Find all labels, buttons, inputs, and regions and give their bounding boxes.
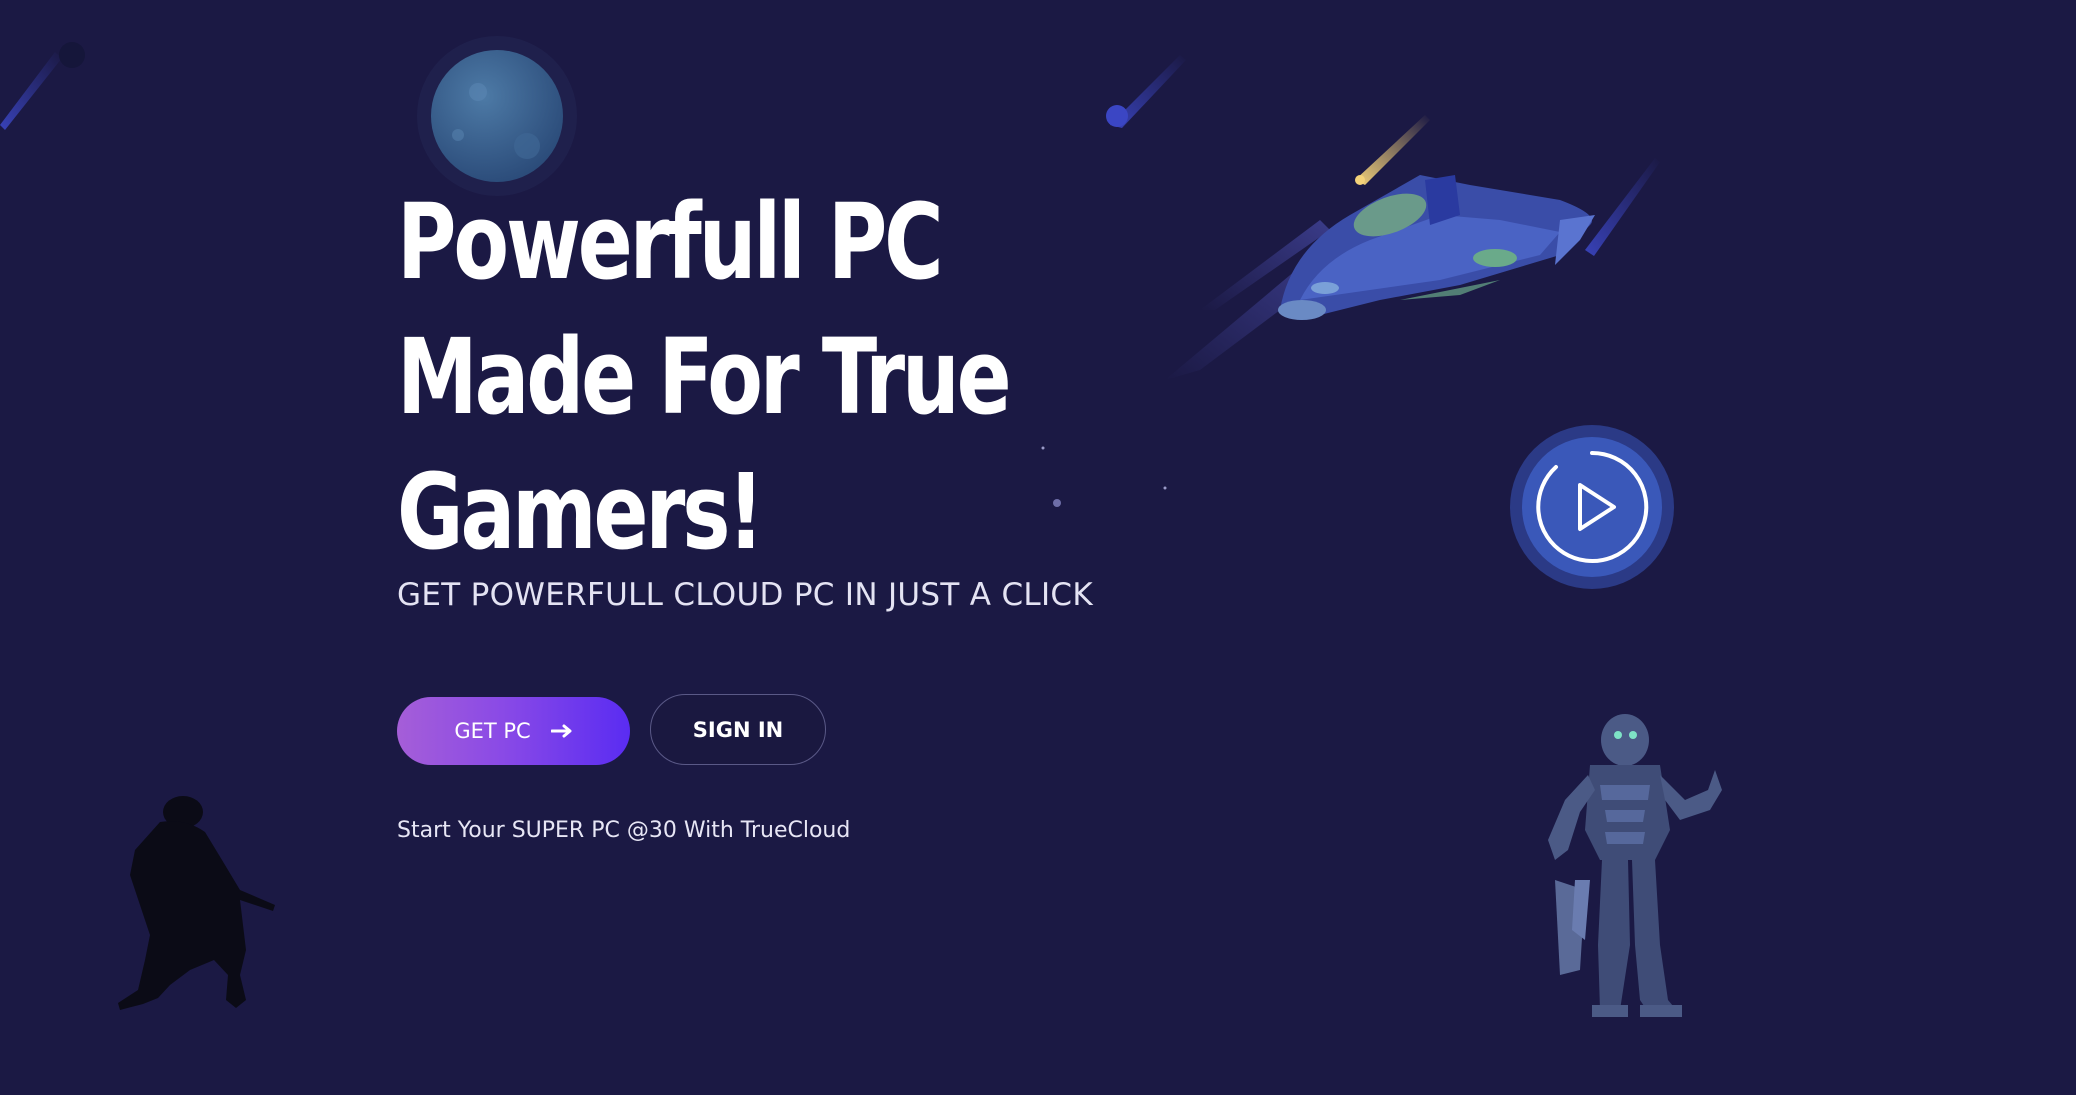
hero-subtitle: GET POWERFULL CLOUD PC IN JUST A CLICK	[397, 577, 1093, 613]
hero-title-line-3: Gamers!	[397, 451, 764, 573]
meteor-streak-top	[1106, 55, 1186, 128]
promo-tagline: Start Your SUPER PC @30 With TrueCloud	[397, 818, 851, 843]
planet-icon	[417, 36, 577, 196]
hero-section: Powerfull PC Made For True Gamers! GET P…	[0, 0, 2076, 1095]
soldier-silhouette	[118, 796, 275, 1010]
hero-title-block: Powerfull PC Made For True Gamers!	[397, 175, 1297, 580]
hero-title: Powerfull PC Made For True Gamers!	[397, 175, 1099, 580]
hero-title-line-2: Made For True	[397, 316, 1012, 438]
robot-icon	[1548, 714, 1722, 1017]
get-pc-button[interactable]: GET PC	[397, 697, 630, 765]
get-pc-label: GET PC	[454, 719, 531, 743]
hero-title-line-1: Powerfull PC	[397, 181, 944, 303]
arrow-right-icon	[550, 724, 573, 738]
play-button-inner	[1522, 437, 1662, 577]
meteor-streak-right	[1585, 158, 1660, 256]
play-icon	[1536, 450, 1649, 563]
play-video-button[interactable]	[1510, 425, 1674, 589]
sign-in-label: SIGN IN	[692, 717, 784, 742]
sign-in-button[interactable]: SIGN IN	[650, 694, 826, 765]
meteor-streak-left	[0, 42, 85, 130]
